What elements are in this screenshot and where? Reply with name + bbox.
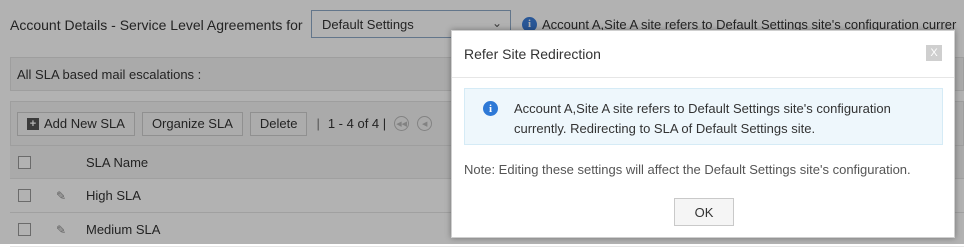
ok-button[interactable]: OK — [674, 198, 734, 226]
dialog-title: Refer Site Redirection — [464, 46, 601, 62]
redirect-message-line-1: Account A,Site A site refers to Default … — [514, 101, 891, 116]
redirect-message: Account A,Site A site refers to Default … — [514, 99, 934, 139]
redirect-message-box: i Account A,Site A site refers to Defaul… — [464, 88, 943, 145]
redirect-message-line-2: currently. Redirecting to SLA of Default… — [514, 121, 816, 136]
close-icon[interactable]: X — [926, 45, 942, 61]
ok-label: OK — [694, 204, 714, 220]
refer-site-redirection-dialog: Refer Site Redirection X i Account A,Sit… — [451, 30, 955, 238]
dialog-note: Note: Editing these settings will affect… — [464, 162, 911, 177]
info-icon: i — [483, 101, 498, 116]
dialog-header: Refer Site Redirection X — [452, 31, 954, 78]
